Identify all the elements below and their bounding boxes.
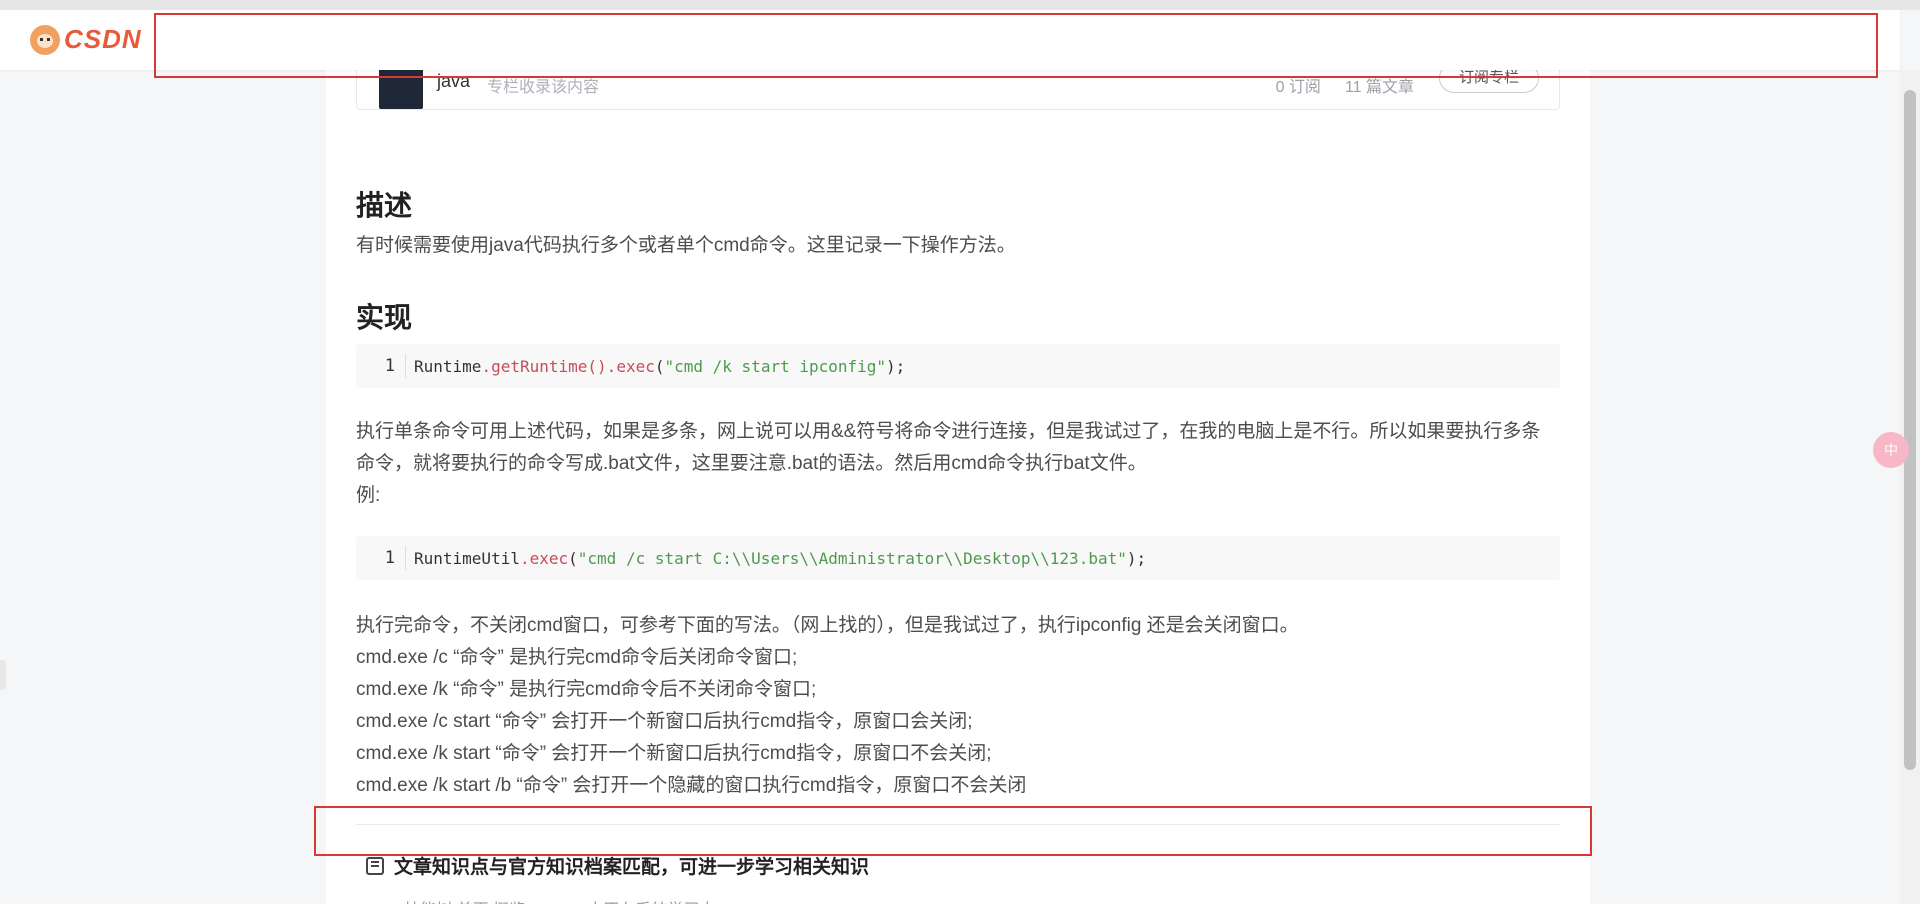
side-badge-icon[interactable]: 中	[1873, 432, 1909, 468]
knowledge-title-text: 文章知识点与官方知识档案匹配，可进一步学习相关知识	[394, 857, 870, 878]
heading-implement: 实现	[356, 302, 413, 333]
knowledge-title: 文章知识点与官方知识档案匹配，可进一步学习相关知识	[366, 852, 869, 879]
paragraph-1: 执行单条命令可用上述代码，如果是多条，网上说可以用&&符号将命令进行连接，但是我…	[356, 421, 1541, 474]
heading-describe: 描述	[356, 190, 413, 221]
example-label: 例:	[356, 485, 381, 506]
left-side-tab[interactable]	[0, 660, 6, 690]
code-line: Runtime.getRuntime().exec("cmd /k start …	[414, 356, 906, 376]
describe-text: 有时候需要使用java代码执行多个或者单个cmd命令。这里记录一下操作方法。	[356, 235, 1016, 256]
cmd-line-2: cmd.exe /k “命令” 是执行完cmd命令后不关闭命令窗口;	[356, 679, 817, 700]
browser-strip	[0, 0, 1920, 10]
logo-text: CSDN	[64, 24, 142, 54]
line-number: 1	[356, 354, 406, 378]
paragraph-2: 执行完命令，不关闭cmd窗口，可参考下面的写法。（网上找的），但是我试过了，执行…	[356, 615, 1299, 636]
cmd-line-5: cmd.exe /k start /b “命令” 会打开一个隐藏的窗口执行cmd…	[356, 775, 1027, 796]
cmd-line-1: cmd.exe /c “命令” 是执行完cmd命令后关闭命令窗口;	[356, 647, 798, 668]
highlight-box-bottom	[314, 806, 1592, 856]
knowledge-subtitle[interactable]: Java 技能树 首页 概览 145240 人正在系统学习中	[366, 896, 715, 904]
cmd-line-3: cmd.exe /c start “命令” 会打开一个新窗口后执行cmd指令，原…	[356, 711, 973, 732]
monkey-logo-icon	[30, 24, 60, 55]
highlight-box-top	[154, 13, 1878, 78]
article-body: java 专栏收录该内容 0 订阅 11 篇文章 订阅专栏 描述 有时候需要使用…	[326, 70, 1590, 904]
cmd-line-4: cmd.exe /k start “命令” 会打开一个新窗口后执行cmd指令，原…	[356, 743, 992, 764]
page-scrollbar[interactable]	[1900, 70, 1920, 904]
code-block-1[interactable]: 1 Runtime.getRuntime().exec("cmd /k star…	[356, 344, 1560, 388]
csdn-logo[interactable]: CSDN	[30, 24, 142, 55]
knowledge-book-icon	[366, 856, 384, 875]
scrollbar-thumb[interactable]	[1904, 90, 1916, 770]
code-line: RuntimeUtil.exec("cmd /c start C:\\Users…	[414, 548, 1147, 568]
code-block-2[interactable]: 1 RuntimeUtil.exec("cmd /c start C:\\Use…	[356, 536, 1560, 580]
line-number: 1	[356, 546, 406, 570]
